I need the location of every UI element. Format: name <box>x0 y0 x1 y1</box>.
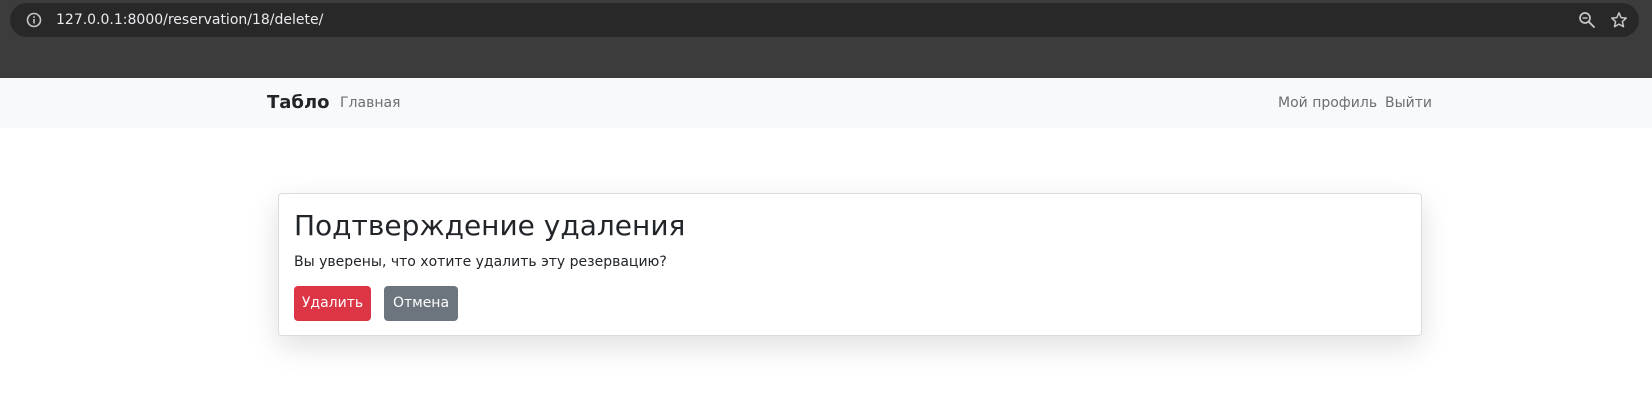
zoom-icon[interactable] <box>1578 11 1596 29</box>
confirmation-message: Вы уверены, что хотите удалить эту резер… <box>294 254 667 270</box>
navbar-brand[interactable]: Табло <box>267 91 330 115</box>
nav-link-logout[interactable]: Выйти <box>1385 94 1432 112</box>
address-url[interactable]: 127.0.0.1:8000/reservation/18/delete/ <box>56 11 323 29</box>
card-title: Подтверждение удаления <box>294 209 686 242</box>
info-icon[interactable] <box>26 12 42 28</box>
nav-link-profile[interactable]: Мой профиль <box>1278 94 1377 112</box>
delete-confirmation-card: Подтверждение удаления Вы уверены, что х… <box>278 193 1422 336</box>
navbar: Табло Главная Мой профиль Выйти <box>0 78 1652 128</box>
nav-link-home[interactable]: Главная <box>340 94 400 112</box>
delete-button[interactable]: Удалить <box>294 286 371 321</box>
browser-chrome: 127.0.0.1:8000/reservation/18/delete/ <box>0 0 1652 78</box>
address-bar[interactable]: 127.0.0.1:8000/reservation/18/delete/ <box>10 3 1639 37</box>
star-icon[interactable] <box>1610 11 1628 29</box>
cancel-button[interactable]: Отмена <box>384 286 458 321</box>
